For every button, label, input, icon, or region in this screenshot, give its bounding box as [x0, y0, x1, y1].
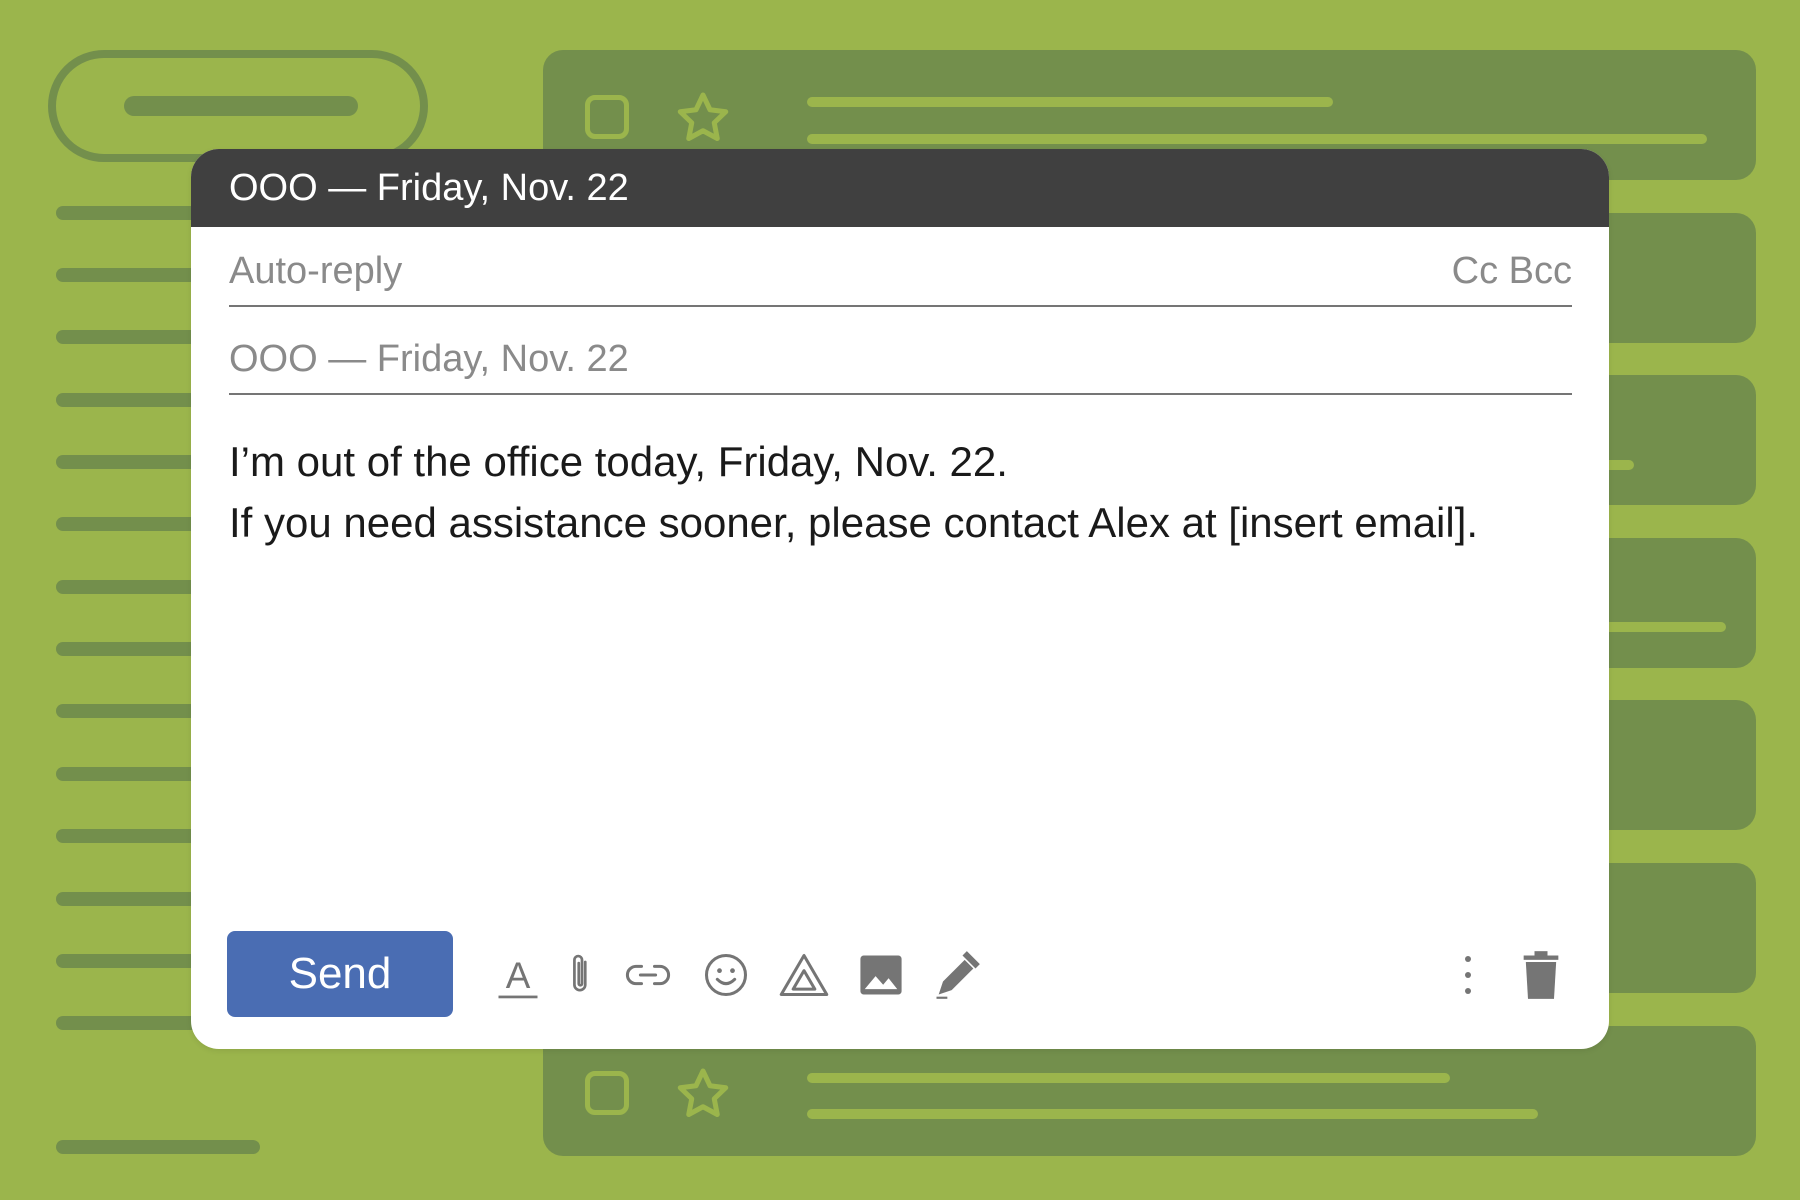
background-star-icon [673, 88, 733, 148]
attach-icon[interactable] [556, 949, 608, 1001]
link-icon[interactable] [622, 949, 674, 1001]
cc-bcc-link[interactable]: Cc Bcc [1452, 250, 1572, 293]
background-nav-line [56, 767, 206, 781]
compose-window: OOO — Friday, Nov. 22 Auto-reply Cc Bcc … [191, 149, 1609, 1049]
background-nav-line [56, 642, 206, 656]
image-icon[interactable] [855, 949, 907, 1001]
background-pill-bar [124, 96, 358, 116]
background-line [807, 134, 1707, 144]
background-nav-line [56, 954, 206, 968]
background-line [807, 1109, 1538, 1119]
background-nav-line [56, 892, 206, 906]
more-options-icon[interactable] [1452, 949, 1484, 1001]
message-body[interactable]: I’m out of the office today, Friday, Nov… [229, 431, 1589, 553]
background-nav-line [56, 704, 206, 718]
recipients-field[interactable]: Auto-reply Cc Bcc [229, 227, 1572, 307]
background-checkbox-icon [585, 1071, 629, 1115]
background-nav-line [56, 455, 206, 469]
background-nav-line [56, 330, 206, 344]
background-nav-line [56, 829, 206, 843]
background-nav-line [56, 517, 206, 531]
send-button[interactable]: Send [227, 931, 453, 1017]
background-line [1600, 622, 1726, 632]
compose-title-bar[interactable]: OOO — Friday, Nov. 22 [191, 149, 1609, 227]
background-nav-line [56, 580, 206, 594]
subject-field[interactable]: OOO — Friday, Nov. 22 [229, 315, 1572, 395]
background-nav-line [56, 1140, 260, 1154]
background-line [807, 97, 1333, 107]
message-body-line: I’m out of the office today, Friday, Nov… [229, 438, 1008, 485]
compose-title: OOO — Friday, Nov. 22 [229, 167, 629, 209]
svg-text:A: A [506, 955, 531, 996]
recipients-placeholder: Auto-reply [229, 250, 403, 292]
background-checkbox-icon [585, 95, 629, 139]
background-nav-line [56, 206, 206, 220]
background-line [807, 1073, 1450, 1083]
emoji-icon[interactable] [700, 949, 752, 1001]
background-star-icon [673, 1064, 733, 1124]
background-nav-line [56, 393, 206, 407]
background-nav-line [56, 268, 206, 282]
format-text-icon[interactable]: A [492, 949, 544, 1001]
subject-text: OOO — Friday, Nov. 22 [229, 338, 629, 380]
message-body-line: If you need assistance sooner, please co… [229, 499, 1479, 546]
trash-icon[interactable] [1515, 949, 1567, 1001]
signature-pen-icon[interactable] [930, 949, 982, 1001]
drive-icon[interactable] [778, 949, 830, 1001]
